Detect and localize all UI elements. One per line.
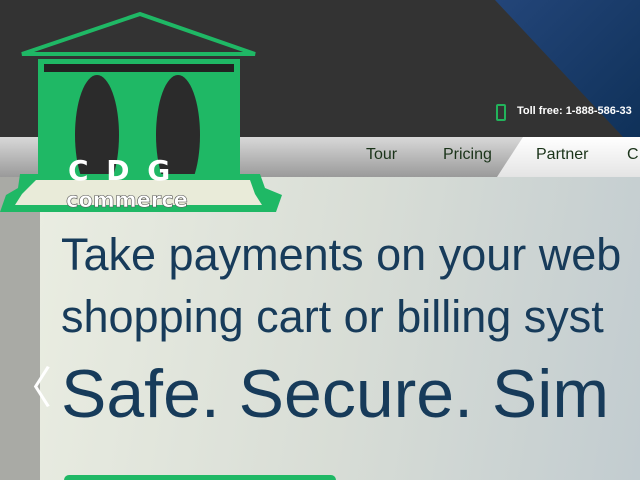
chevron-left-icon[interactable]: 〈 bbox=[8, 367, 52, 411]
toll-free-number[interactable]: Toll free: 1-888-586-33 bbox=[517, 105, 632, 117]
hero-line-2: shopping cart or billing syst bbox=[61, 291, 604, 342]
hero-tagline: Safe. Secure. Sim bbox=[61, 356, 610, 432]
logo-letters: C D G bbox=[68, 154, 174, 187]
cdg-commerce-logo[interactable]: C D G commerce bbox=[0, 10, 285, 220]
slider-prev-area[interactable]: 〈 bbox=[0, 177, 52, 480]
hero-slider: 〈 Take payments on your web shopping car… bbox=[0, 177, 640, 480]
nav-contact[interactable]: C bbox=[627, 146, 639, 164]
nav-partner[interactable]: Partner bbox=[536, 146, 588, 164]
nav-pricing[interactable]: Pricing bbox=[443, 146, 492, 164]
hero-cta-button[interactable] bbox=[64, 475, 336, 480]
mobile-phone-icon bbox=[496, 104, 506, 121]
hero-line-1: Take payments on your web bbox=[61, 229, 622, 280]
logo-subtitle: commerce bbox=[66, 188, 188, 212]
nav-tour[interactable]: Tour bbox=[366, 146, 397, 164]
